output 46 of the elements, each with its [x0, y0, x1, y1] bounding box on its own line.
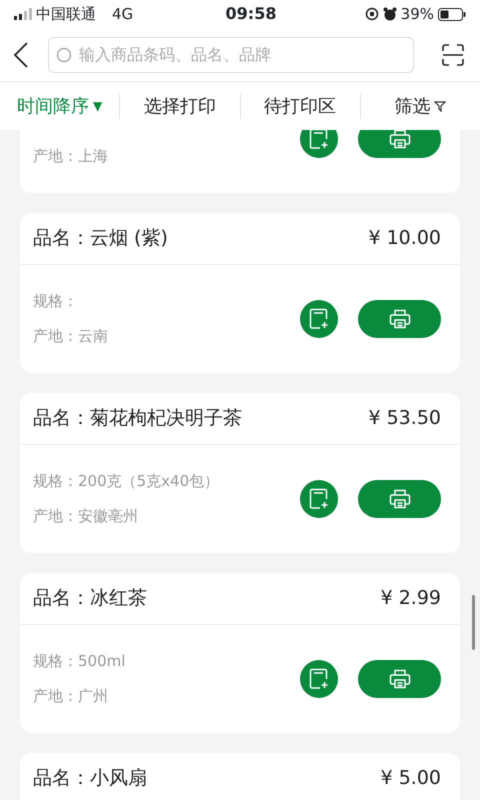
printer-icon	[388, 669, 410, 689]
filter-icon	[434, 101, 446, 112]
product-origin: 产地：云南	[33, 326, 109, 347]
product-price: ¥ 5.00	[380, 766, 441, 792]
status-time: 09:58	[226, 3, 276, 25]
product-name: 品名：菊花枸杞决明子茶	[33, 406, 242, 432]
print-button[interactable]	[358, 130, 441, 158]
add-button[interactable]	[300, 660, 338, 698]
product-origin: 产地：安徽亳州	[33, 506, 139, 527]
add-note-icon	[309, 668, 329, 690]
print-button[interactable]	[358, 480, 441, 518]
product-name: 品名：云烟 (紫)	[33, 226, 168, 252]
product-spec: 规格：200克（5克x40包）	[33, 471, 220, 492]
scan-icon[interactable]	[442, 44, 464, 66]
alarm-icon	[382, 7, 397, 21]
product-name: 品名：冰红茶	[33, 586, 147, 612]
product-spec: 规格：	[33, 291, 79, 312]
battery-percent: 39%	[400, 4, 434, 25]
signal-icon	[14, 8, 32, 20]
product-name: 品名：小风扇	[33, 766, 147, 792]
carrier-name: 中国联通	[36, 4, 96, 25]
printer-icon	[388, 309, 410, 329]
product-origin: 产地：广州	[33, 686, 109, 707]
printer-icon	[388, 489, 410, 509]
back-icon[interactable]	[14, 42, 28, 68]
product-spec: 规格：500ml	[33, 651, 126, 672]
product-price: ¥ 53.50	[368, 406, 441, 432]
add-button[interactable]	[300, 480, 338, 518]
add-note-icon	[309, 488, 329, 510]
tab[interactable]: 待打印区	[240, 92, 360, 120]
sort-tab[interactable]: 时间降序 $^{▼}$	[0, 92, 120, 120]
product-price: ¥ 2.99	[380, 586, 441, 612]
add-button[interactable]	[300, 130, 338, 158]
tab[interactable]: 选择打印	[120, 92, 240, 120]
orientation-lock-icon	[364, 7, 379, 21]
network-type: 4G	[112, 4, 134, 25]
product-price: ¥ 10.00	[368, 226, 441, 252]
search-field[interactable]: 输入商品条码、品名、品牌	[48, 36, 414, 72]
product-origin: 产地：上海	[33, 146, 109, 167]
add-note-icon	[309, 308, 329, 330]
battery-icon	[438, 8, 466, 20]
scrollbar	[472, 595, 475, 650]
add-button[interactable]	[300, 300, 338, 338]
print-button[interactable]	[358, 300, 441, 338]
filter-tab[interactable]: 筛选	[360, 92, 480, 120]
print-button[interactable]	[358, 660, 441, 698]
